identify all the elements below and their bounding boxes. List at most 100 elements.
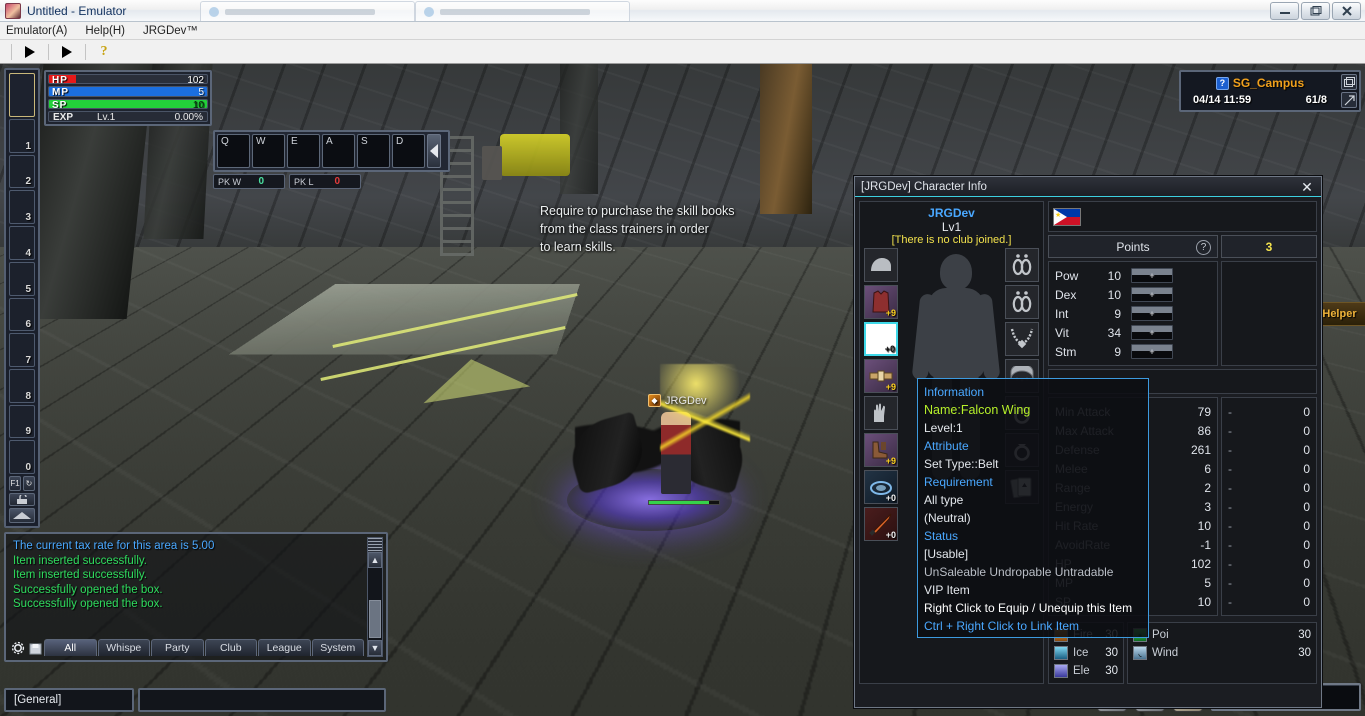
- chat-tab-club[interactable]: Club: [204, 639, 257, 656]
- sidebar-slot-8[interactable]: 8: [9, 368, 35, 403]
- quickslot-d[interactable]: D: [392, 134, 425, 168]
- sidebar-slot-6[interactable]: 6: [9, 297, 35, 332]
- helmet-slot[interactable]: [864, 248, 898, 282]
- sidebar-slot-7[interactable]: 7: [9, 333, 35, 367]
- sidebar-slot-9[interactable]: 9: [9, 404, 35, 439]
- menu-item-emulator[interactable]: Emulator(A): [6, 25, 67, 37]
- background-window-2: [415, 1, 630, 21]
- close-icon[interactable]: [1332, 2, 1361, 20]
- chat-tab-all[interactable]: All: [44, 639, 97, 656]
- necklace-slot[interactable]: [1005, 322, 1039, 356]
- toolbar-separator: [85, 43, 86, 60]
- player-lightning-effect: [660, 364, 750, 474]
- world-hint-text: Require to purchase the skill books from…: [540, 202, 860, 256]
- stat-increase-button-pow[interactable]: +: [1131, 268, 1173, 284]
- play-icon: [25, 45, 35, 58]
- game-coordinates: 61/8: [1305, 94, 1327, 106]
- sidebar-slot-1[interactable]: 1: [9, 119, 35, 153]
- resist-name: Wind: [1152, 647, 1179, 659]
- enchant-level: +9: [885, 308, 896, 318]
- quickslot-e[interactable]: E: [287, 134, 320, 168]
- detail-value: -1: [1200, 537, 1211, 552]
- run-button[interactable]: [19, 42, 41, 62]
- stat-name: Stm: [1055, 344, 1077, 359]
- chat-tab-system[interactable]: System: [311, 639, 364, 656]
- tooltip-neutral: (Neutral): [924, 511, 971, 525]
- stat-increase-button-vit[interactable]: +: [1131, 325, 1173, 341]
- restore-icon[interactable]: [1301, 2, 1330, 20]
- stat-increase-button-dex[interactable]: +: [1131, 287, 1173, 303]
- stat-increase-button-int[interactable]: +: [1131, 306, 1173, 322]
- scrollbar-thumb[interactable]: [369, 600, 381, 639]
- chat-tab-party[interactable]: Party: [151, 639, 204, 656]
- stat-increase-button-stm[interactable]: +: [1131, 344, 1173, 360]
- detail-name: -: [1228, 480, 1232, 495]
- caret-up-icon[interactable]: ▲: [368, 552, 382, 568]
- background-window-titletext: [225, 9, 375, 15]
- mp-bar-fill: [49, 87, 207, 96]
- menu-item-help[interactable]: Help(H): [85, 25, 125, 37]
- quickslot-collapse-icon[interactable]: [427, 134, 441, 168]
- detail-value: 2: [1204, 480, 1211, 495]
- save-icon[interactable]: [27, 640, 43, 656]
- quickslot-a[interactable]: A: [322, 134, 355, 168]
- lock-icon[interactable]: [9, 493, 35, 507]
- game-viewport[interactable]: Require to purchase the skill books from…: [0, 64, 1365, 716]
- chat-line: Item inserted successfully.: [13, 569, 148, 581]
- sidebar-slot-2[interactable]: 2: [9, 154, 35, 189]
- scrollbar-track[interactable]: [368, 568, 382, 640]
- detail-row: -0: [1228, 554, 1310, 573]
- belt-slot[interactable]: +9: [864, 359, 898, 393]
- expand-icon[interactable]: [1341, 92, 1357, 108]
- earring-slot-1[interactable]: [1005, 248, 1039, 282]
- chat-log[interactable]: The current tax rate for this area is 5.…: [9, 537, 383, 625]
- chat-tab-whisper[interactable]: Whispe: [97, 639, 150, 656]
- quickslot-q[interactable]: Q: [217, 134, 250, 168]
- chat-tab-league[interactable]: League: [258, 639, 311, 656]
- gear-icon[interactable]: [10, 640, 26, 656]
- help-badge-icon[interactable]: ?: [1215, 76, 1229, 90]
- tooltip-hint-link: Ctrl + Right Click to Link Item: [924, 619, 1080, 633]
- help-icon[interactable]: ?: [1196, 240, 1211, 256]
- wing-slot[interactable]: +0: [864, 322, 898, 356]
- tooltip-status-label: Status: [924, 529, 959, 543]
- detail-value: 0: [1303, 518, 1310, 533]
- resist-value: 30: [1298, 629, 1311, 641]
- close-icon[interactable]: ✕: [1299, 179, 1315, 195]
- help-button[interactable]: ?: [93, 42, 115, 62]
- refresh-icon[interactable]: ↻: [23, 476, 35, 492]
- chat-channel-selector[interactable]: [General]: [4, 688, 134, 712]
- collapse-icon[interactable]: [9, 508, 35, 524]
- boots-slot[interactable]: +9: [864, 433, 898, 467]
- tooltip-vip: VIP Item: [924, 583, 970, 597]
- gloves-slot[interactable]: [864, 396, 898, 430]
- chat-scrollbar[interactable]: ▲ ▼: [367, 537, 383, 657]
- exp-level: Lv.1: [97, 111, 116, 123]
- mp-bar: MP 5: [48, 86, 208, 97]
- sidebar-portrait-slot[interactable]: [9, 73, 35, 117]
- slot-key-label: 7: [25, 354, 31, 366]
- points-row: Points ? 3: [1048, 235, 1317, 259]
- quickslot-s[interactable]: S: [357, 134, 390, 168]
- minimize-icon[interactable]: [1270, 2, 1299, 20]
- window-icon[interactable]: [1341, 74, 1357, 90]
- mount-slot[interactable]: +0: [864, 470, 898, 504]
- sidebar-slot-0[interactable]: 0: [9, 440, 35, 475]
- resist-name: Ice: [1073, 647, 1089, 659]
- f1-button[interactable]: F1: [9, 476, 21, 492]
- sidebar-slot-5[interactable]: 5: [9, 261, 35, 296]
- sidebar-slot-4[interactable]: 4: [9, 226, 35, 260]
- exp-percent: 0.00%: [174, 111, 203, 123]
- menu-item-jrgdev[interactable]: JRGDev™: [143, 25, 198, 37]
- armor-slot[interactable]: +9: [864, 285, 898, 319]
- weapon-slot[interactable]: +0: [864, 507, 898, 541]
- stat-list: Pow 10 + Dex 10 + Int 9 + Vit 34 + Stm 9…: [1048, 261, 1218, 367]
- earring-slot-2[interactable]: [1005, 285, 1039, 319]
- chat-input[interactable]: [138, 688, 386, 712]
- quickslot-w[interactable]: W: [252, 134, 285, 168]
- sidebar-slot-3[interactable]: 3: [9, 190, 35, 225]
- quickslot-bar: Q W E A S D: [213, 130, 450, 172]
- points-value: 3: [1221, 235, 1317, 259]
- run-alt-button[interactable]: [56, 42, 78, 62]
- caret-down-icon[interactable]: ▼: [368, 640, 382, 656]
